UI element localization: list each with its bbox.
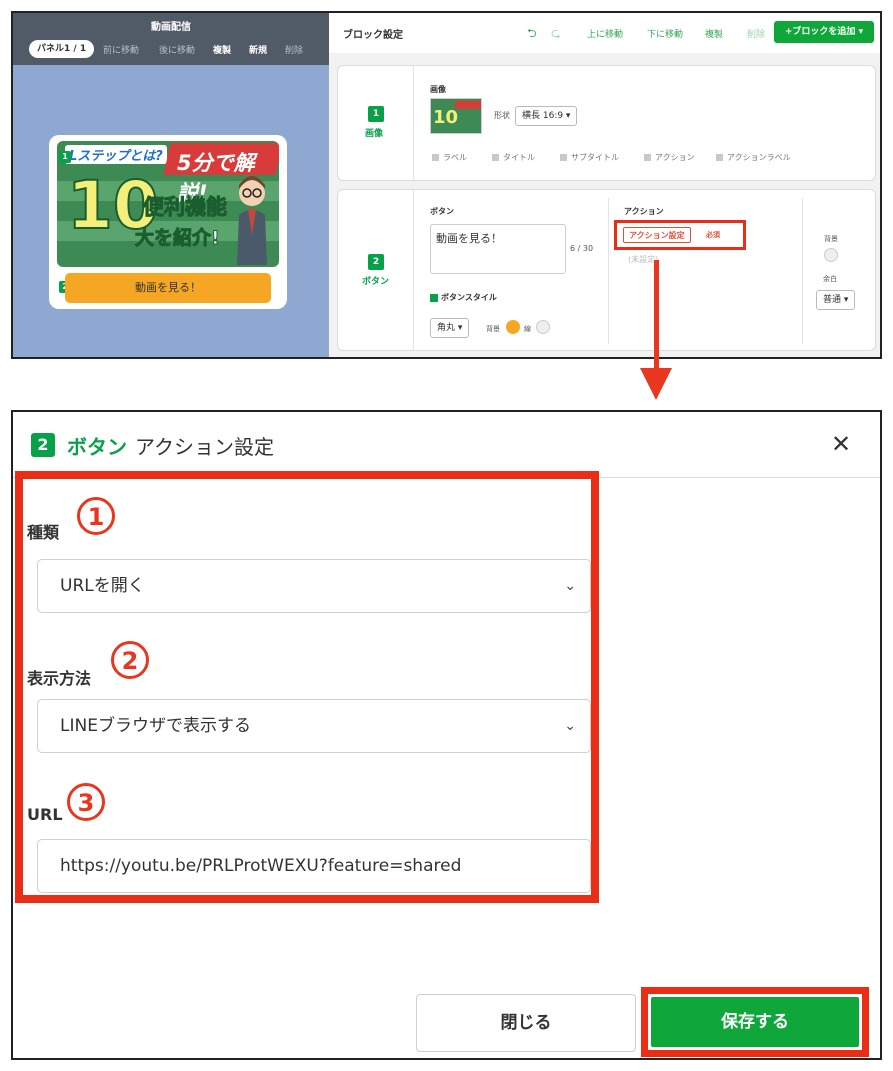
preview-header: 動画配信 パネル1 / 1 前に移動 後に移動 複製 新規 削除 [13,13,329,65]
arrow-down-icon [640,368,672,400]
checkbox-checked-icon [430,293,438,302]
banner-image: Lステップとは? 5分で解説! 10 便利機能 大を紹介! [57,141,279,267]
option-action[interactable]: アクション [644,152,695,163]
url-input[interactable]: https://youtu.be/PRLProtWEXU?feature=sha… [37,839,591,893]
chevron-down-icon: ⌄ [564,718,576,734]
style-bg-label: 背景 [486,325,500,333]
arrow-shaft [654,260,659,370]
shape-label: 形状 [494,111,510,120]
char-counter: 6 / 30 [570,244,594,253]
button-text-input[interactable]: 動画を見る！ [430,224,566,274]
divider [802,198,803,344]
thumb-number: 10 [433,107,459,128]
redo-icon[interactable]: ⮎ [551,24,561,45]
save-button[interactable]: 保存する [651,997,859,1047]
delete-button[interactable]: 削除 [747,27,765,40]
block-bg-swatch[interactable] [824,248,838,262]
panel-selector[interactable]: パネル1 / 1 [29,40,95,58]
block-button-label-area: 2 ボタン [338,190,414,350]
marker-3: 3 [67,783,105,821]
block-number-2: 2 [368,254,384,270]
block-name-button: ボタン [362,277,390,287]
move-prev-link[interactable]: 前に移動 [103,43,139,56]
corner-style-select[interactable]: 角丸 ▾ [430,318,470,338]
block-name-image: 画像 [365,129,384,139]
bg-color-swatch[interactable] [506,320,520,334]
block-number-1: 1 [368,106,384,122]
style-line-label: 線 [524,325,531,333]
line-color-swatch[interactable] [536,320,550,334]
option-action-label[interactable]: アクションラベル [716,152,791,163]
delete-link[interactable]: 削除 [285,43,303,56]
button-field-label: ボタン [430,207,454,216]
dialog-block-number: 2 [31,433,55,457]
type-select[interactable]: URLを開く ⌄ [37,559,591,613]
presenter-illustration [237,176,267,265]
move-up-button[interactable]: 上に移動 [587,27,623,40]
banner-line2: 大を紹介! [135,227,221,250]
close-icon[interactable]: ✕ [831,430,851,458]
action-settings-dialog: 2 ボタン アクション設定 ✕ 種類 1 URLを開く ⌄ 表示方法 2 LIN… [11,410,882,1060]
block-settings-panel: ブロック設定 ⮌ ⮎ 上に移動 下に移動 複製 削除 +ブロックを追加 ▾ 1 … [329,13,880,357]
move-next-link[interactable]: 後に移動 [159,43,195,56]
marker-2: 2 [111,641,149,679]
duplicate-button[interactable]: 複製 [705,27,723,40]
image-thumbnail[interactable]: 10 [430,98,482,134]
chevron-down-icon: ⌄ [564,578,576,594]
right-bg-label: 背景 [824,235,838,243]
margin-label: 余白 [823,275,837,283]
divider [608,198,609,344]
preview-card: Lステップとは? 5分で解説! 10 便利機能 大を紹介! 1 2 動画を見る！ [49,135,287,309]
type-select-value: URLを開く [60,576,145,596]
type-label: 種類 [27,523,60,542]
option-title[interactable]: タイトル [492,152,535,163]
block-settings-toolbar: ブロック設定 ⮌ ⮎ 上に移動 下に移動 複製 削除 +ブロックを追加 ▾ [329,13,880,53]
dialog-block-name: ボタン [67,435,127,459]
shape-select[interactable]: 横長 16:9 ▾ [515,106,578,126]
editor-screenshot: 動画配信 パネル1 / 1 前に移動 後に移動 複製 新規 削除 Lステップとは… [11,11,882,359]
fields-highlight: 種類 1 URLを開く ⌄ 表示方法 2 LINEブラウザで表示する ⌄ URL… [15,471,599,903]
move-down-button[interactable]: 下に移動 [647,27,683,40]
required-badge: 必須 [706,231,720,239]
block-button: 2 ボタン ボタン 動画を見る！ 6 / 30 ボタンスタイル 角丸 ▾ 背景 … [337,189,876,351]
preview-panel: 動画配信 パネル1 / 1 前に移動 後に移動 複製 新規 削除 Lステップとは… [13,13,329,357]
option-label[interactable]: ラベル [432,152,467,163]
block-image: 1 画像 画像 10 形状 横長 16:9 ▾ ラベル タイトル サブタイトル … [337,65,876,181]
block-settings-title: ブロック設定 [343,30,403,41]
app-title: 動画配信 [151,22,191,33]
new-link[interactable]: 新規 [249,43,267,56]
banner-line1: 便利機能 [143,195,228,220]
block-image-label-area: 1 画像 [338,66,414,180]
display-select-value: LINEブラウザで表示する [60,716,251,736]
action-settings-button[interactable]: アクション設定 [623,227,691,243]
save-highlight: 保存する [641,987,869,1057]
marker-1: 1 [77,497,115,535]
margin-select[interactable]: 普通 ▾ [816,290,856,310]
thumb-ribbon [455,101,481,109]
preview-action-button[interactable]: 動画を見る！ [65,273,271,303]
button-style-checkbox[interactable]: ボタンスタイル [430,292,497,303]
close-button[interactable]: 閉じる [416,994,636,1052]
dialog-title: アクション設定 [135,435,274,459]
display-select[interactable]: LINEブラウザで表示する ⌄ [37,699,591,753]
preview-badge-1: 1 [59,151,71,163]
option-subtitle[interactable]: サブタイトル [560,152,619,163]
add-block-button[interactable]: +ブロックを追加 ▾ [774,21,874,43]
image-field-label: 画像 [430,85,446,94]
action-field-label: アクション [624,207,664,216]
duplicate-link[interactable]: 複製 [213,43,231,56]
banner-tag: Lステップとは? [65,145,167,164]
undo-icon[interactable]: ⮌ [527,24,537,45]
display-label: 表示方法 [27,669,92,688]
url-label: URL [27,805,63,824]
dialog-header: 2 ボタン アクション設定 ✕ [13,412,880,478]
